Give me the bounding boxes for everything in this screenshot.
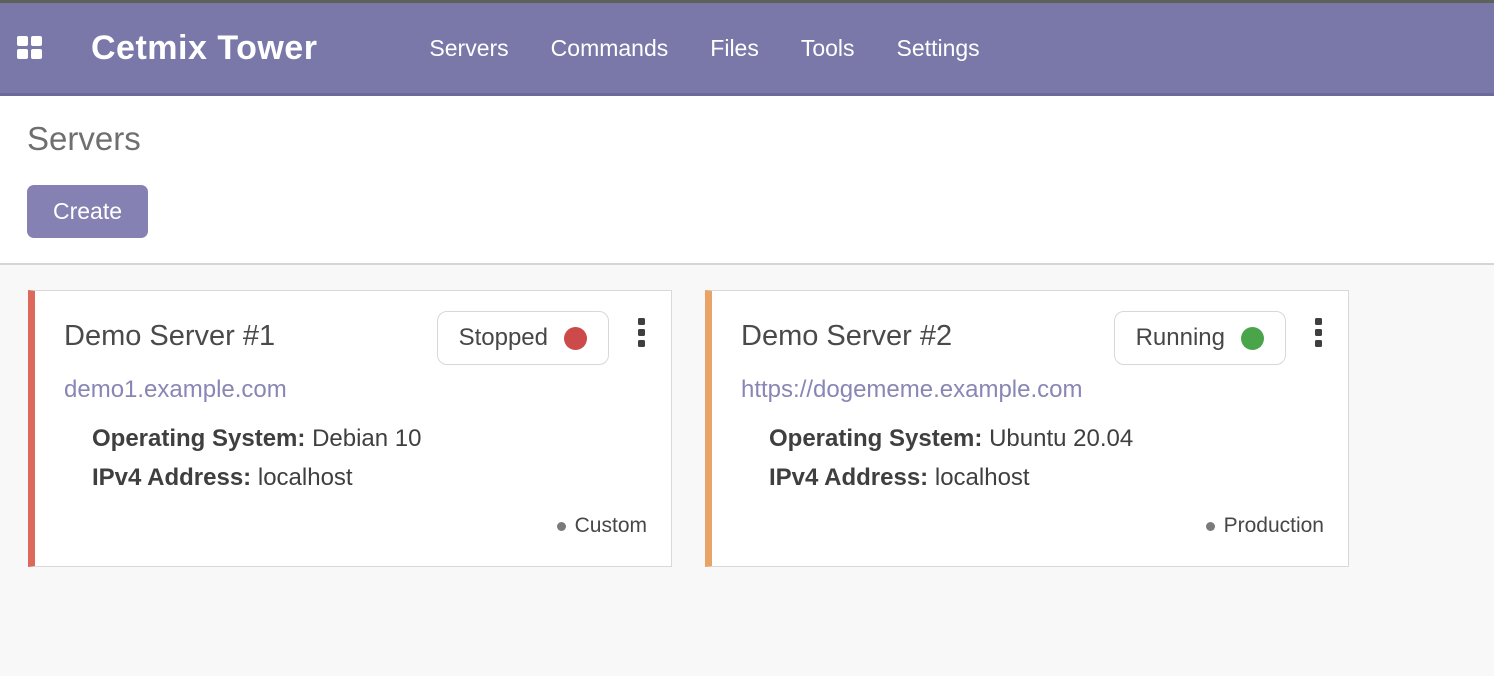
card-footer: Custom — [64, 514, 647, 550]
tag-dot-icon — [1206, 522, 1215, 531]
apps-grid-icon[interactable] — [17, 36, 42, 60]
status-label: Running — [1136, 324, 1225, 352]
menu-item-servers[interactable]: Servers — [429, 35, 508, 62]
status-label: Stopped — [459, 324, 548, 352]
kanban-content: Demo Server #1 Stopped demo1.example.com… — [0, 265, 1494, 592]
menu-item-files[interactable]: Files — [710, 35, 759, 62]
status-badge[interactable]: Stopped — [437, 311, 609, 365]
page-header: Servers Create — [0, 96, 1494, 265]
card-header-row: Demo Server #2 Running — [741, 311, 1324, 365]
kebab-menu-icon[interactable] — [636, 316, 647, 349]
menu-item-commands[interactable]: Commands — [551, 35, 669, 62]
tag-label: Production — [1224, 514, 1324, 538]
field-label: Operating System: — [769, 425, 982, 452]
card-footer: Production — [741, 514, 1324, 550]
tag-dot-icon — [557, 522, 566, 531]
menu-item-tools[interactable]: Tools — [801, 35, 855, 62]
tag-label: Custom — [575, 514, 647, 538]
server-fields: Operating System: Ubuntu 20.04 IPv4 Addr… — [769, 419, 1324, 497]
field-label: IPv4 Address: — [769, 464, 928, 491]
menu-item-settings[interactable]: Settings — [897, 35, 980, 62]
navbar-menu: Servers Commands Files Tools Settings — [429, 35, 979, 62]
card-header-row: Demo Server #1 Stopped — [64, 311, 647, 365]
status-dot-icon — [1241, 327, 1264, 350]
page-title: Servers — [27, 118, 1467, 160]
server-card[interactable]: Demo Server #2 Running https://dogememe.… — [705, 290, 1349, 567]
field-label: Operating System: — [92, 425, 305, 452]
field-row: Operating System: Debian 10 — [92, 419, 647, 458]
field-value: Debian 10 — [312, 425, 421, 452]
app-brand[interactable]: Cetmix Tower — [91, 29, 317, 68]
server-url-link[interactable]: https://dogememe.example.com — [741, 376, 1083, 404]
field-label: IPv4 Address: — [92, 464, 251, 491]
top-navbar: Cetmix Tower Servers Commands Files Tool… — [0, 0, 1494, 96]
field-value: localhost — [258, 464, 353, 491]
server-card[interactable]: Demo Server #1 Stopped demo1.example.com… — [28, 290, 672, 567]
server-title: Demo Server #2 — [741, 311, 1114, 353]
status-badge[interactable]: Running — [1114, 311, 1286, 365]
server-title: Demo Server #1 — [64, 311, 437, 353]
server-fields: Operating System: Debian 10 IPv4 Address… — [92, 419, 647, 497]
field-row: IPv4 Address: localhost — [769, 458, 1324, 497]
field-value: Ubuntu 20.04 — [989, 425, 1133, 452]
field-value: localhost — [935, 464, 1030, 491]
server-url-link[interactable]: demo1.example.com — [64, 376, 287, 404]
field-row: Operating System: Ubuntu 20.04 — [769, 419, 1324, 458]
status-dot-icon — [564, 327, 587, 350]
kebab-menu-icon[interactable] — [1313, 316, 1324, 349]
field-row: IPv4 Address: localhost — [92, 458, 647, 497]
create-button[interactable]: Create — [27, 185, 148, 238]
